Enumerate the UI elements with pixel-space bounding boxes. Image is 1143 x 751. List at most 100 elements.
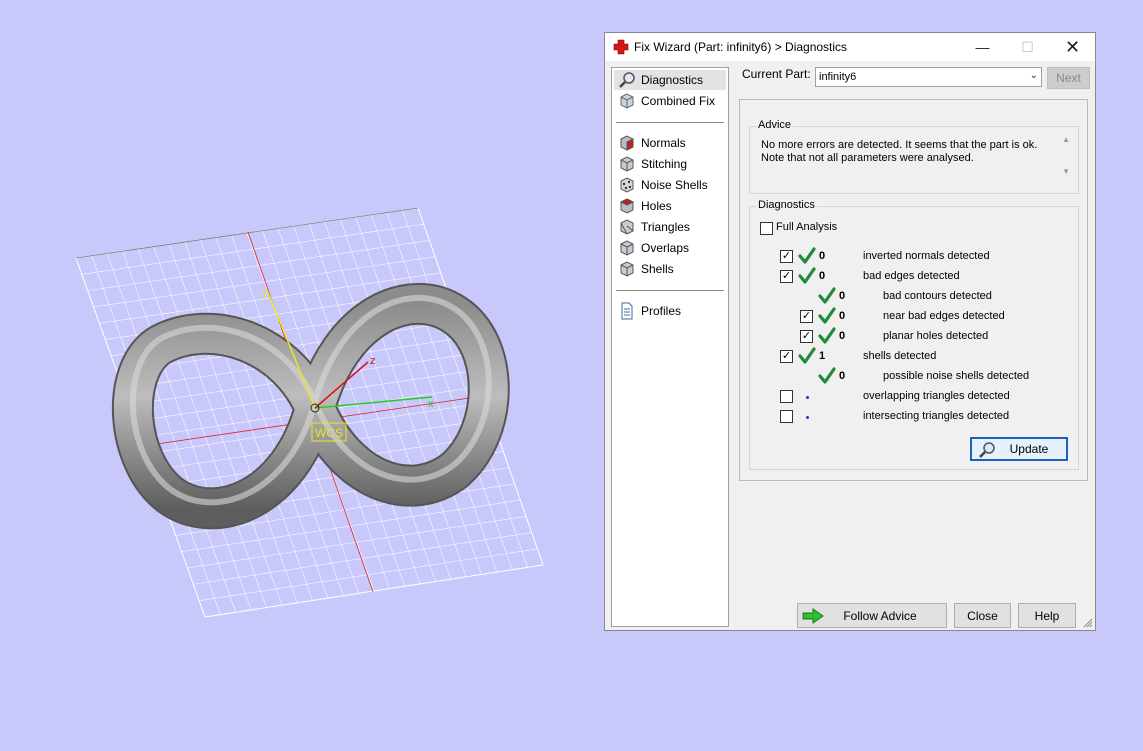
nav-item-triangles[interactable]: Triangles [614, 217, 726, 237]
title-bar[interactable]: Fix Wizard (Part: infinity6) > Diagnosti… [605, 33, 1095, 61]
diagnostic-checkbox[interactable] [780, 390, 793, 403]
maximize-button[interactable]: ☐ [1005, 33, 1050, 61]
diagnostic-checkbox[interactable]: ✓ [800, 310, 813, 323]
magnifier-icon [619, 72, 635, 88]
nav-item-label: Diagnostics [641, 73, 704, 87]
cube-icon [620, 93, 634, 109]
document-icon [621, 302, 633, 320]
nav-item-profiles[interactable]: Profiles [614, 301, 726, 321]
stitching-cube-icon [620, 156, 634, 172]
diagnostic-label: inverted normals detected [863, 250, 990, 262]
nav-item-shells[interactable]: Shells [614, 259, 726, 279]
minimize-button[interactable]: — [960, 33, 1005, 61]
nav-item-noise-shells[interactable]: Noise Shells [614, 175, 726, 195]
current-part-select[interactable]: infinity6 ⌄ [815, 67, 1042, 87]
nav-item-stitching[interactable]: Stitching [614, 154, 726, 174]
overlaps-cube-icon [620, 240, 634, 256]
nav-item-combined-fix[interactable]: Combined Fix [614, 91, 726, 111]
close-button-label: Close [967, 608, 998, 623]
holes-cube-icon [619, 198, 635, 214]
update-button[interactable]: Update [970, 437, 1068, 461]
close-button[interactable]: Close [954, 603, 1011, 628]
red-cross-icon [613, 39, 629, 55]
triangles-cube-icon [620, 219, 634, 235]
diagnostic-count: 1 [819, 350, 826, 362]
full-analysis-checkbox[interactable] [760, 222, 773, 235]
diagnostic-checkbox[interactable]: ✓ [780, 270, 793, 283]
window-title: Fix Wizard (Part: infinity6) > Diagnosti… [634, 40, 848, 54]
diagnostic-label: possible noise shells detected [883, 370, 1030, 382]
wcs-label: WCS [315, 426, 343, 440]
diagnostic-count: 0 [819, 270, 826, 282]
nav-item-label: Holes [641, 199, 672, 213]
nav-separator [616, 122, 724, 124]
advice-text-line: Note that not all parameters were analys… [761, 152, 974, 164]
fix-wizard-dialog: Fix Wizard (Part: infinity6) > Diagnosti… [604, 32, 1096, 631]
checkmark-icon [818, 327, 836, 344]
nav-item-label: Noise Shells [641, 178, 708, 192]
unknown-status-icon [806, 416, 809, 419]
nav-item-label: Overlaps [641, 241, 690, 255]
nav-item-overlaps[interactable]: Overlaps [614, 238, 726, 258]
green-arrow-icon [802, 608, 824, 624]
diagnostic-label: bad contours detected [883, 290, 992, 302]
diagnostic-checkbox[interactable]: ✓ [800, 330, 813, 343]
advice-text-line: No more errors are detected. It seems th… [761, 139, 1038, 151]
noise-shells-icon [620, 177, 634, 193]
follow-advice-label: Follow Advice [843, 608, 917, 623]
diagnostic-label: planar holes detected [883, 330, 989, 342]
checkmark-icon [818, 307, 836, 324]
magnifier-icon [979, 442, 995, 458]
diagnostic-checkbox[interactable]: ✓ [780, 350, 793, 363]
help-button-label: Help [1034, 608, 1060, 623]
diagnostic-label: intersecting triangles detected [863, 410, 1010, 422]
nav-item-label: Shells [641, 262, 674, 276]
nav-item-label: Combined Fix [641, 94, 716, 108]
next-button-label: Next [1056, 71, 1081, 85]
3d-viewport[interactable]: x y z WCS [0, 0, 600, 751]
nav-item-holes[interactable]: Holes [614, 196, 726, 216]
scroll-up-icon[interactable]: ▲ [1062, 135, 1070, 144]
nav-item-label: Normals [641, 136, 686, 150]
update-button-label: Update [1009, 442, 1049, 456]
diagnostic-count: 0 [839, 290, 846, 302]
checkmark-icon [818, 367, 836, 384]
checkmark-icon [798, 247, 816, 264]
scroll-down-icon[interactable]: ▼ [1062, 167, 1070, 176]
diagnostic-label: near bad edges detected [883, 310, 1005, 322]
diagnostic-count: 0 [819, 250, 826, 262]
current-part-label: Current Part: [742, 67, 811, 81]
close-window-button[interactable]: ✕ [1050, 33, 1095, 61]
chevron-down-icon: ⌄ [1029, 70, 1038, 81]
shells-cube-icon [620, 261, 634, 277]
resize-grip-icon[interactable] [1083, 618, 1093, 628]
nav-item-label: Triangles [641, 220, 690, 234]
nav-item-label: Profiles [641, 304, 682, 318]
diagnostics-title: Diagnostics [756, 199, 817, 211]
svg-text:x: x [428, 398, 434, 410]
diagnostic-count: 0 [839, 370, 846, 382]
diagnostic-checkbox[interactable]: ✓ [780, 250, 793, 263]
advice-title: Advice [756, 119, 794, 131]
nav-item-label: Stitching [641, 157, 688, 171]
maximize-icon: ☐ [1021, 38, 1034, 55]
diagnostic-count: 0 [839, 330, 846, 342]
diagnostics-panel: Advice No more errors are detected. It s… [739, 99, 1088, 481]
next-button[interactable]: Next [1047, 67, 1090, 89]
advice-group: Advice No more errors are detected. It s… [749, 119, 1079, 194]
wizard-navigation: Diagnostics Combined Fix Normals Stitchi… [611, 67, 729, 627]
checkmark-icon [798, 347, 816, 364]
follow-advice-button[interactable]: Follow Advice [797, 603, 947, 628]
diagnostic-checkbox[interactable] [780, 410, 793, 423]
unknown-status-icon [806, 396, 809, 399]
nav-separator [616, 290, 724, 292]
normals-cube-icon [620, 135, 634, 151]
nav-item-normals[interactable]: Normals [614, 133, 726, 153]
help-button[interactable]: Help [1018, 603, 1076, 628]
diagnostic-label: shells detected [863, 350, 937, 362]
diagnostic-label: overlapping triangles detected [863, 390, 1010, 402]
diagnostics-group: Diagnostics Full Analysis ✓ 0 inverted nor… [749, 199, 1079, 470]
checkmark-icon [798, 267, 816, 284]
nav-item-diagnostics[interactable]: Diagnostics [614, 70, 726, 90]
diagnostic-label: bad edges detected [863, 270, 960, 282]
